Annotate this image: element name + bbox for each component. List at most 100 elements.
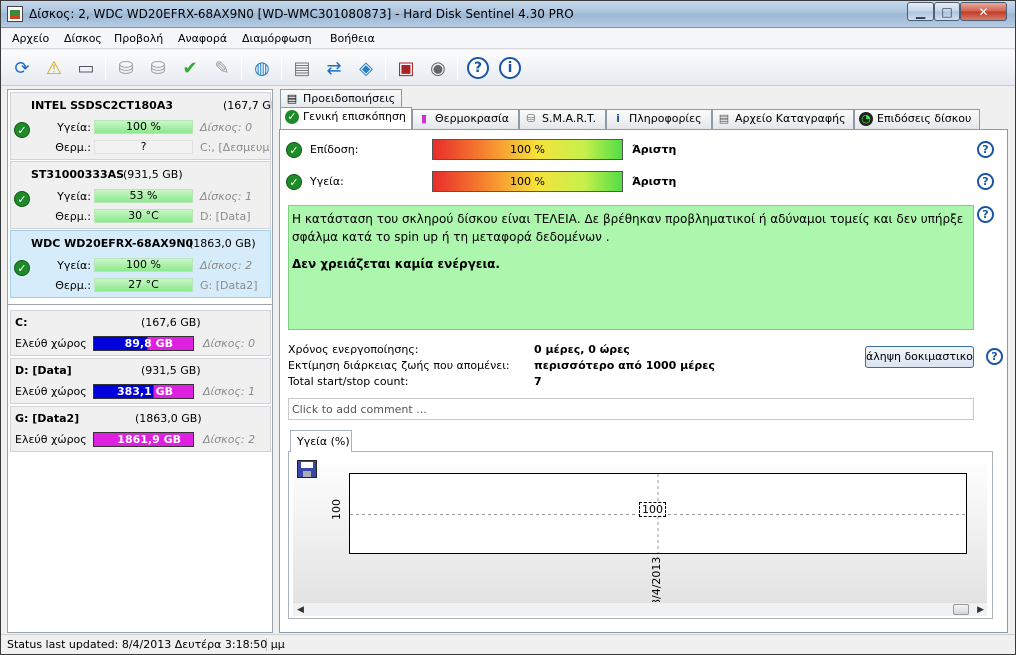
tab-health-chart[interactable]: Υγεία (%): [290, 430, 352, 452]
health-label: Υγεία:: [57, 259, 91, 272]
info-value: 0 μέρες, 0 ώρες: [534, 343, 630, 356]
sync-icon[interactable]: ⇄: [321, 55, 347, 81]
status-last-updated: Status last updated: 8/4/2013 Δευτέρα 3:…: [7, 638, 285, 651]
partition-name: D: [Data]: [15, 364, 72, 377]
temp-value: 27 °C: [94, 278, 193, 292]
scroll-right-icon[interactable]: ▶: [977, 605, 984, 615]
temp-label: Θερμ.:: [55, 210, 91, 223]
action-text: Δεν χρειάζεται καμία ενέργεια.: [292, 257, 500, 271]
data-label: 100: [639, 502, 666, 517]
tab-label: Επιδόσεις δίσκου: [877, 112, 972, 125]
drive-letters: C:, [Δεσμευμ: [200, 141, 270, 154]
temp-label: Θερμ.:: [55, 141, 91, 154]
health-label: Υγεία:: [57, 121, 91, 134]
toolbar-separator: [105, 56, 106, 80]
health-rating: Άριστη: [632, 175, 677, 188]
partition-name: G: [Data2]: [15, 412, 80, 425]
save-icon[interactable]: [297, 460, 317, 478]
drive-info-icon[interactable]: ⛁: [113, 55, 139, 81]
help-icon[interactable]: ?: [977, 141, 994, 158]
partition-size: (931,5 GB): [141, 364, 201, 377]
disk-info-list: Χρόνος ενεργοποίησης: 0 μέρες, 0 ώρες Εκ…: [288, 343, 848, 391]
temp-label: Θερμ.:: [55, 279, 91, 292]
drive-letters: D: [Data]: [200, 210, 251, 223]
partition-entry-d[interactable]: D: [Data] (931,5 GB) Ελεύθ χώρος 383,1 G…: [10, 358, 271, 404]
performance-value: 100 %: [510, 143, 545, 156]
help-icon[interactable]: ?: [977, 173, 994, 190]
test-button[interactable]: άληψη δοκιμαστικού: [865, 346, 974, 368]
menu-view[interactable]: Προβολή: [114, 32, 163, 45]
maximize-button[interactable]: □: [934, 2, 960, 21]
help-icon[interactable]: ?: [977, 206, 994, 223]
tab-log[interactable]: ▤ Αρχείο Καταγραφής: [712, 109, 854, 129]
help-icon[interactable]: ?: [986, 348, 1003, 365]
free-space-bar: 89,8 GB: [93, 336, 194, 351]
disk-name: WDC WD20EFRX-68AX9N0: [31, 237, 194, 250]
tab-label: Πληροφορίες: [629, 112, 702, 125]
drive-test-icon[interactable]: ⛁: [145, 55, 171, 81]
partition-entry-g[interactable]: G: [Data2] (1863,0 GB) Ελεύθ χώρος 1861,…: [10, 406, 271, 452]
refresh-icon[interactable]: ⟳: [9, 55, 35, 81]
check-icon: ✓: [285, 110, 299, 124]
menu-report[interactable]: Αναφορά: [178, 32, 227, 45]
tab-overview[interactable]: ✓ Γενική επισκόπηση: [280, 107, 412, 129]
menu-file[interactable]: Αρχείο: [12, 32, 49, 45]
disk-index: Δίσκος: 0: [200, 121, 253, 134]
close-button[interactable]: ✕: [960, 2, 1007, 21]
help-icon[interactable]: ?: [465, 55, 491, 81]
free-space-label: Ελεύθ χώρος: [15, 385, 87, 398]
info-icon[interactable]: i: [497, 55, 523, 81]
scroll-thumb[interactable]: [953, 604, 969, 615]
drive-tools-icon[interactable]: ✎: [209, 55, 235, 81]
comment-input[interactable]: Click to add comment ...: [288, 398, 974, 420]
globe-icon[interactable]: ◍: [249, 55, 275, 81]
health-chart-panel: 100 100 8/4/2013 ◀ ▶: [288, 451, 993, 619]
tab-smart[interactable]: ⛁ S.M.A.R.T.: [519, 109, 606, 129]
temp-value: ?: [94, 140, 193, 154]
monitor-icon[interactable]: ▣: [393, 55, 419, 81]
speaker-icon[interactable]: ◉: [425, 55, 451, 81]
ok-check-icon: ✓: [14, 260, 30, 276]
panel-splitter[interactable]: [273, 89, 277, 633]
title-bar[interactable]: Δίσκος: 2, WDC WD20EFRX-68AX9N0 [WD-WMC3…: [1, 1, 1015, 28]
menu-configuration[interactable]: Διαμόρφωση: [242, 32, 312, 45]
partition-size: (167,6 GB): [141, 316, 201, 329]
menu-help[interactable]: Βοήθεια: [330, 32, 375, 45]
report-icon[interactable]: ▤: [289, 55, 315, 81]
thermometer-icon: ▮: [420, 112, 428, 125]
tab-temperature[interactable]: ▮ Θερμοκρασία: [412, 109, 519, 129]
panel-divider: [8, 304, 272, 305]
lifetime-row: Εκτίμηση διάρκειας ζωής που απομένει: πε…: [288, 359, 848, 375]
network-icon[interactable]: ◈: [353, 55, 379, 81]
tab-disk-performance[interactable]: ◔ Επιδόσεις δίσκου: [854, 109, 980, 129]
tab-warnings[interactable]: ▤ Προειδοποιήσεις: [280, 89, 402, 109]
scroll-left-icon[interactable]: ◀: [297, 605, 304, 615]
disk-entry-1[interactable]: ST31000333AS (931,5 GB) ✓ Υγεία: 53 % Δί…: [10, 161, 271, 229]
performance-row: ✓ Επίδοση: 100 % Άριστη: [286, 139, 986, 161]
power-on-time-row: Χρόνος ενεργοποίησης: 0 μέρες, 0 ώρες: [288, 343, 848, 359]
partition-size: (1863,0 GB): [135, 412, 202, 425]
chart-area: 100 100 8/4/2013: [293, 456, 987, 606]
disk-size: (1863,0 GB): [189, 237, 256, 250]
status-text: Η κατάσταση του σκληρού δίσκου είναι ΤΕΛ…: [292, 212, 964, 244]
menu-disk[interactable]: Δίσκος: [64, 32, 102, 45]
disk-entry-2[interactable]: WDC WD20EFRX-68AX9N0 (1863,0 GB) ✓ Υγεία…: [10, 230, 271, 298]
status-description: Η κατάσταση του σκληρού δίσκου είναι ΤΕΛ…: [288, 205, 974, 330]
disk-list-panel: INTEL SSDSC2CT180A3 (167,7 GB) ✓ Υγεία: …: [7, 89, 273, 633]
tab-information[interactable]: i Πληροφορίες: [606, 109, 712, 129]
disk-entry-0[interactable]: INTEL SSDSC2CT180A3 (167,7 GB) ✓ Υγεία: …: [10, 92, 272, 160]
chart-scrollbar[interactable]: ◀ ▶: [293, 602, 987, 616]
tab-label: Αρχείο Καταγραφής: [735, 112, 846, 125]
smart-icon: ⛁: [526, 112, 536, 125]
health-row: ✓ Υγεία: 100 % Άριστη: [286, 171, 986, 193]
warning-icon[interactable]: ⚠: [41, 55, 67, 81]
disk-name: ST31000333AS: [31, 168, 125, 181]
disk-name: INTEL SSDSC2CT180A3: [31, 99, 173, 112]
minimize-button[interactable]: ▁: [907, 2, 934, 21]
drive-check-icon[interactable]: ✔: [177, 55, 203, 81]
partition-entry-c[interactable]: C: (167,6 GB) Ελεύθ χώρος 89,8 GB Δίσκος…: [10, 310, 271, 356]
tab-label: Προειδοποιήσεις: [303, 92, 396, 105]
disk-icon[interactable]: ▭: [73, 55, 99, 81]
app-logo-icon[interactable]: [7, 6, 23, 22]
info-icon: i: [616, 112, 620, 125]
